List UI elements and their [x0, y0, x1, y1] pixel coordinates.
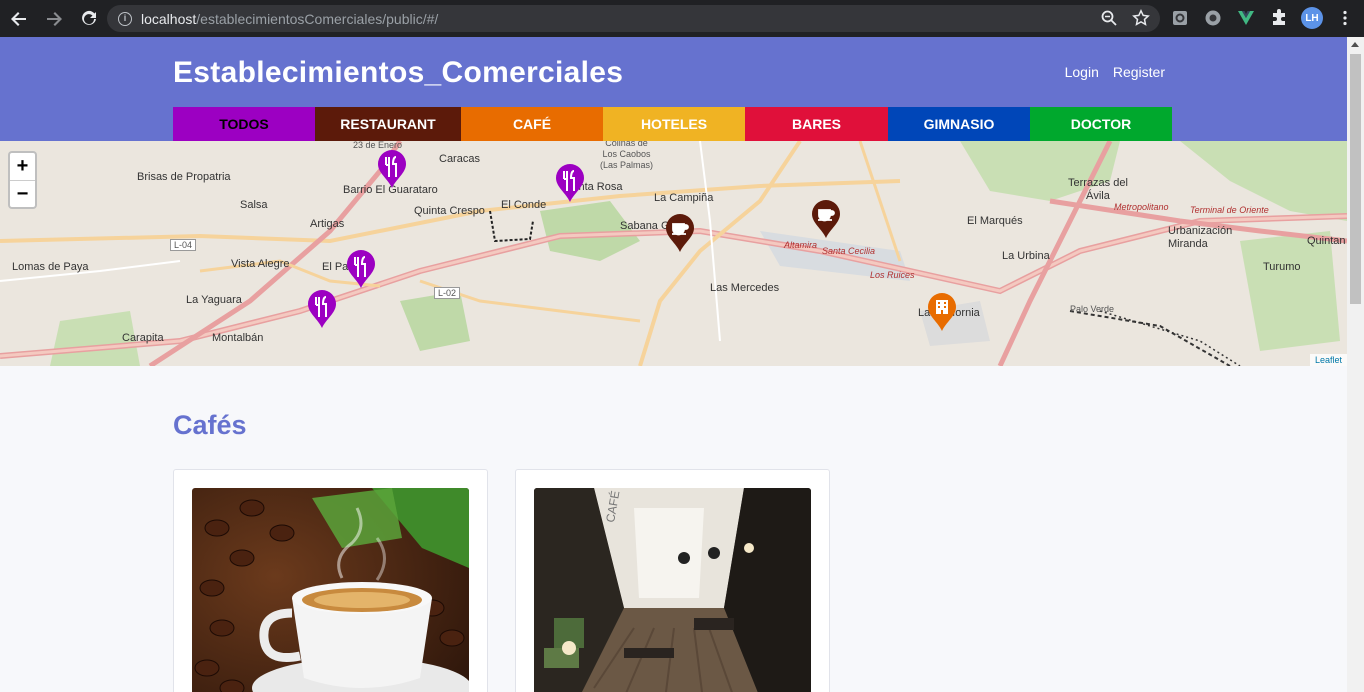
- vue-devtools-icon[interactable]: [1235, 7, 1257, 29]
- profile-avatar[interactable]: LH: [1301, 7, 1323, 29]
- cafe-interior-image: CAFÉ: [534, 488, 811, 692]
- map-label: Quintan: [1307, 235, 1346, 247]
- category-label: RESTAURANT: [340, 116, 436, 132]
- category-label: CAFÉ: [512, 116, 552, 132]
- map-label: El Marqués: [967, 215, 1023, 227]
- map-label: Vista Alegre: [231, 258, 290, 270]
- map-label: Terrazas del Ávila: [1068, 177, 1128, 202]
- map-label: Las Mercedes: [710, 282, 780, 294]
- auth-links: Login Register: [1065, 64, 1165, 80]
- hotel-marker-icon[interactable]: [926, 292, 958, 332]
- category-label: HOTELES: [640, 116, 708, 132]
- category-cafe[interactable]: CAFÉ: [461, 107, 603, 141]
- scroll-up-arrow-icon[interactable]: [1351, 42, 1359, 47]
- map-label: Carapita: [122, 332, 164, 344]
- category-gimnasio[interactable]: GIMNASIO: [888, 107, 1030, 141]
- extension-screenshot-icon[interactable]: [1169, 7, 1191, 29]
- extension-circle-icon[interactable]: [1202, 7, 1224, 29]
- browser-toolbar: i localhost/establecimientosComerciales/…: [0, 0, 1364, 37]
- category-label: BARES: [791, 116, 841, 132]
- zoom-in-button[interactable]: +: [10, 153, 35, 180]
- map-label: Salsa: [240, 199, 268, 211]
- map-label: Los Ruices: [870, 270, 915, 280]
- zoom-out-button[interactable]: −: [10, 180, 35, 207]
- category-label: GIMNASIO: [923, 116, 995, 132]
- extensions-puzzle-icon[interactable]: [1268, 7, 1290, 29]
- map-label: Turumo: [1263, 261, 1301, 273]
- scrollbar-thumb[interactable]: [1350, 54, 1361, 304]
- map-label: L-04: [170, 239, 197, 251]
- map-label: La Yaguara: [186, 294, 242, 306]
- forward-arrow-icon[interactable]: [38, 3, 70, 35]
- browser-menu-icon[interactable]: [1334, 7, 1356, 29]
- map-label: La Campiña: [654, 192, 714, 204]
- leaflet-map[interactable]: 23 de Enero Caracas Colinas de Los Caobo…: [0, 141, 1347, 366]
- url-path: /establecimientosComerciales/public/#/: [196, 10, 439, 27]
- cafe-marker-icon[interactable]: [810, 199, 842, 239]
- category-bares[interactable]: BARES: [745, 107, 888, 141]
- map-label: Montalbán: [212, 332, 264, 344]
- brand-title[interactable]: Establecimientos_Comerciales: [173, 56, 623, 90]
- map-label: El Conde: [501, 199, 547, 211]
- map-label: Metropolitano: [1114, 202, 1169, 212]
- restaurant-marker-icon[interactable]: [345, 249, 377, 289]
- restaurant-marker-icon[interactable]: [306, 289, 338, 329]
- site-info-icon[interactable]: i: [118, 11, 132, 26]
- login-link[interactable]: Login: [1065, 64, 1099, 80]
- category-nav: TODOS RESTAURANT CAFÉ HOTELES BARES GIMN…: [173, 107, 1172, 141]
- map-label: Urbanización Miranda: [1168, 225, 1233, 250]
- map-label: La Urbina: [1002, 250, 1050, 262]
- map-label: L-02: [434, 287, 461, 299]
- bookmark-star-icon[interactable]: [1132, 9, 1150, 30]
- map-label: Quinta Crespo: [414, 205, 485, 217]
- cafe-marker-icon[interactable]: [664, 213, 696, 253]
- cafe-card[interactable]: [173, 469, 488, 692]
- map-label: Santa Cecilia: [822, 246, 876, 256]
- map-label: Artigas: [310, 218, 345, 230]
- category-label: TODOS: [219, 116, 269, 132]
- address-bar[interactable]: i localhost/establecimientosComerciales/…: [107, 5, 1160, 32]
- map-label: Palo Verde: [1070, 304, 1115, 314]
- map-label: Brisas de Propatria: [137, 171, 231, 183]
- zoom-magnifier-icon[interactable]: [1100, 9, 1118, 30]
- restaurant-marker-icon[interactable]: [554, 163, 586, 203]
- category-restaurant[interactable]: RESTAURANT: [315, 107, 461, 141]
- map-label: Sabana G: [620, 220, 670, 232]
- page-scrollbar[interactable]: [1347, 37, 1364, 692]
- map-label: Lomas de Paya: [12, 261, 89, 273]
- category-hoteles[interactable]: HOTELES: [603, 107, 745, 141]
- coffee-cup-image: [192, 488, 469, 692]
- map-attribution-link[interactable]: Leaflet: [1309, 354, 1347, 366]
- map-label: Colinas de Los Caobos (Las Palmas): [600, 141, 654, 170]
- map-zoom-control: + −: [8, 151, 37, 209]
- category-todos[interactable]: TODOS: [173, 107, 315, 141]
- register-link[interactable]: Register: [1113, 64, 1165, 80]
- url-host: localhost: [141, 10, 197, 27]
- site-header: Establecimientos_Comerciales Login Regis…: [0, 37, 1347, 141]
- map-label: Altamira: [784, 240, 818, 250]
- section-title: Cafés: [173, 410, 247, 440]
- restaurant-marker-icon[interactable]: [376, 149, 408, 189]
- map-label: Terminal de Oriente: [1190, 205, 1269, 215]
- cafe-card[interactable]: CAFÉ: [515, 469, 830, 692]
- reload-icon[interactable]: [73, 3, 105, 35]
- map-label: Caracas: [439, 153, 480, 165]
- category-label: DOCTOR: [1070, 116, 1132, 132]
- back-arrow-icon[interactable]: [3, 3, 35, 35]
- category-doctor[interactable]: DOCTOR: [1030, 107, 1172, 141]
